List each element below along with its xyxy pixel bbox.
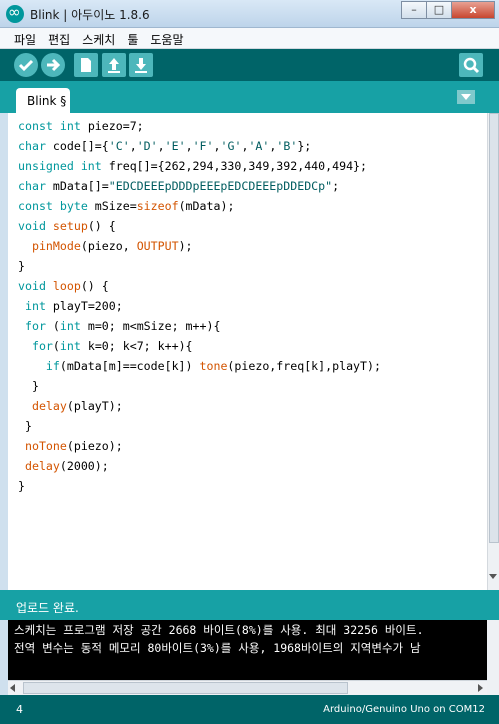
maximize-button[interactable]: □ — [426, 1, 452, 19]
code-line[interactable]: for (int m=0; m<mSize; m++){ — [18, 316, 381, 336]
new-button[interactable] — [74, 53, 98, 77]
bottom-status-bar: 4 Arduino/Genuino Uno on COM12 — [0, 695, 499, 724]
upload-button[interactable] — [41, 53, 65, 77]
line-number: 4 — [16, 703, 23, 716]
window-title: Blink | 아두이노 1.8.6 — [30, 8, 150, 22]
new-icon — [81, 58, 91, 72]
minimize-button[interactable]: – — [401, 1, 427, 19]
code-line[interactable]: delay(playT); — [18, 396, 381, 416]
tab-blink[interactable]: Blink § — [16, 88, 70, 113]
code-line[interactable]: pinMode(piezo, OUTPUT); — [18, 236, 381, 256]
board-port-label: Arduino/Genuino Uno on COM12 — [323, 704, 485, 715]
serial-monitor-button[interactable] — [459, 53, 483, 77]
status-bar: 업로드 완료. — [0, 590, 499, 620]
code-line[interactable]: noTone(piezo); — [18, 436, 381, 456]
verify-icon — [18, 59, 34, 72]
code-line[interactable]: int playT=200; — [18, 296, 381, 316]
code-text[interactable]: const int piezo=7; char code[]={'C','D','… — [18, 116, 381, 496]
close-button[interactable]: x — [451, 1, 495, 19]
code-line[interactable]: char code[]={'C','D','E','F','G','A','B'… — [18, 136, 381, 156]
code-line[interactable]: } — [18, 476, 381, 496]
console-scroll-thumb[interactable] — [23, 682, 348, 694]
status-message: 업로드 완료. — [16, 601, 79, 615]
menu-tools[interactable]: 툴 — [121, 28, 144, 48]
editor-vertical-scrollbar[interactable] — [487, 113, 499, 590]
open-icon — [108, 58, 120, 73]
menu-help[interactable]: 도움말 — [144, 28, 189, 48]
title-bar: Blink | 아두이노 1.8.6 – □ x — [0, 0, 499, 28]
save-icon — [135, 58, 147, 73]
tab-menu-dropdown-icon[interactable] — [457, 90, 475, 104]
verify-button[interactable] — [14, 53, 38, 77]
menu-bar: 파일 편집 스케치 툴 도움말 — [0, 28, 499, 49]
editor-scroll-thumb[interactable] — [489, 113, 499, 543]
code-line[interactable]: void loop() { — [18, 276, 381, 296]
code-line[interactable]: unsigned int freq[]={262,294,330,349,392… — [18, 156, 381, 176]
upload-icon — [47, 58, 61, 72]
code-line[interactable]: void setup() { — [18, 216, 381, 236]
menu-sketch[interactable]: 스케치 — [76, 28, 121, 48]
console-line: 전역 변수는 동적 메모리 80바이트(3%)를 사용, 1968바이트의 지역… — [14, 641, 421, 655]
code-line[interactable]: const int piezo=7; — [18, 116, 381, 136]
console-vertical-scrollbar[interactable] — [487, 620, 499, 695]
code-line[interactable]: delay(2000); — [18, 456, 381, 476]
console-horizontal-scrollbar[interactable] — [8, 680, 487, 695]
serial-monitor-icon — [463, 57, 480, 74]
code-line[interactable]: const byte mSize=sizeof(mData); — [18, 196, 381, 216]
save-button[interactable] — [129, 53, 153, 77]
open-button[interactable] — [102, 53, 126, 77]
menu-file[interactable]: 파일 — [8, 28, 42, 48]
code-line[interactable]: } — [18, 376, 381, 396]
code-line[interactable]: } — [18, 416, 381, 436]
code-line[interactable]: char mData[]="EDCDEEEpDDDpEEEpEDCDEEEpDD… — [18, 176, 381, 196]
menu-edit[interactable]: 편집 — [42, 28, 76, 48]
window-controls: – □ x — [401, 1, 495, 19]
scroll-down-arrow-icon[interactable] — [489, 574, 497, 579]
console-line: 스케치는 프로그램 저장 공간 2668 바이트(8%)를 사용. 최대 322… — [14, 623, 424, 637]
code-editor[interactable]: const int piezo=7; char code[]={'C','D','… — [8, 113, 487, 590]
code-line[interactable]: if(mData[m]==code[k]) tone(piezo,freq[k]… — [18, 356, 381, 376]
code-line[interactable]: } — [18, 256, 381, 276]
console-output: 스케치는 프로그램 저장 공간 2668 바이트(8%)를 사용. 최대 322… — [8, 620, 487, 680]
arduino-logo-icon — [6, 3, 24, 23]
scroll-right-arrow-icon[interactable] — [478, 684, 483, 692]
scroll-left-arrow-icon[interactable] — [10, 684, 15, 692]
toolbar — [0, 49, 499, 81]
code-line[interactable]: for(int k=0; k<7; k++){ — [18, 336, 381, 356]
tab-strip: Blink § — [0, 81, 499, 113]
